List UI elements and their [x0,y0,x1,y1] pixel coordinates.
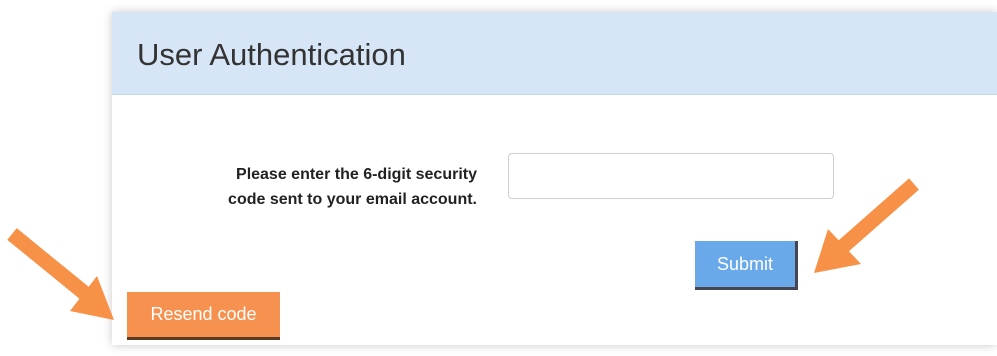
page-title: User Authentication [137,37,406,72]
resend-code-button[interactable]: Resend code [127,292,280,340]
panel-header: User Authentication [112,12,997,95]
authentication-panel: User Authentication Please enter the 6-d… [112,12,997,345]
security-code-input[interactable] [508,153,834,199]
arrow-icon [7,228,114,320]
security-code-prompt: Please enter the 6-digit security code s… [228,166,477,208]
submit-button[interactable]: Submit [695,241,798,290]
